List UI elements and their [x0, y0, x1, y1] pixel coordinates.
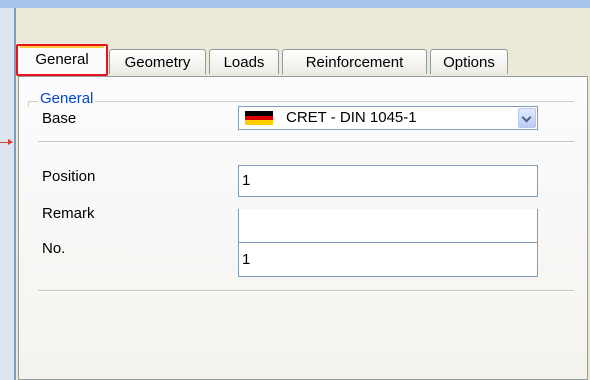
left-margin — [0, 8, 14, 380]
tab-loads[interactable]: Loads — [209, 49, 279, 74]
tab-strip: General Geometry Loads Reinforcement Opt… — [16, 40, 590, 80]
position-input[interactable]: 1 — [238, 165, 538, 197]
no-label: No. — [42, 240, 66, 257]
remark-label: Remark — [42, 205, 95, 222]
remark-input[interactable] — [238, 209, 538, 243]
tab-geometry[interactable]: Geometry — [109, 49, 206, 74]
tab-general[interactable]: General — [16, 44, 108, 76]
group-box-border-left — [28, 101, 29, 107]
group-box-border — [28, 101, 574, 102]
tab-reinforcement[interactable]: Reinforcement — [282, 49, 427, 74]
base-select-value: CRET - DIN 1045-1 — [286, 109, 417, 126]
position-label: Position — [42, 168, 96, 185]
separator-top — [38, 141, 574, 143]
no-input[interactable]: 1 — [238, 243, 538, 277]
germany-flag-icon — [245, 111, 273, 125]
chevron-down-icon[interactable] — [518, 108, 536, 128]
base-label: Base — [42, 110, 77, 127]
title-bar-strip — [0, 0, 590, 8]
group-title: General — [38, 90, 96, 107]
tab-options[interactable]: Options — [430, 49, 508, 74]
annotation-arrow-icon — [0, 139, 13, 145]
base-select[interactable]: CRET - DIN 1045-1 — [238, 106, 538, 130]
separator-bottom — [38, 290, 574, 292]
